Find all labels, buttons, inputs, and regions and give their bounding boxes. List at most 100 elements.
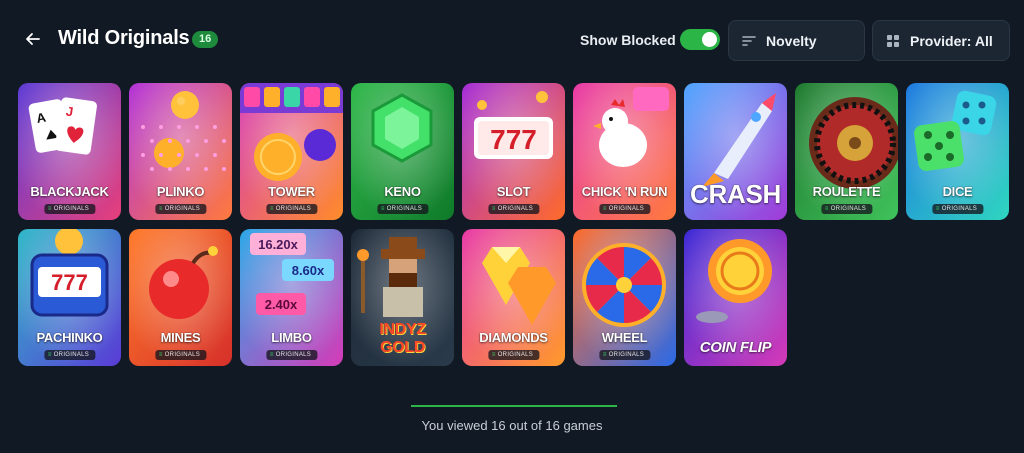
show-blocked-label: Show Blocked xyxy=(580,32,676,48)
game-card-plinko[interactable]: PLINKO ≡ ORIGINALS xyxy=(129,83,232,220)
game-artwork: 777 xyxy=(18,229,121,366)
originals-badge-label: ORIGINALS xyxy=(497,352,534,358)
game-artwork xyxy=(240,83,343,220)
game-card-tower[interactable]: TOWER ≡ ORIGINALS xyxy=(240,83,343,220)
game-card-crash[interactable]: CRASH xyxy=(684,83,787,220)
originals-badge: ≡ ORIGINALS xyxy=(265,350,318,360)
game-artwork xyxy=(351,83,454,220)
viewed-count-text: You viewed 16 out of 16 games xyxy=(421,418,603,433)
originals-badge-label: ORIGINALS xyxy=(53,206,90,212)
svg-text:777: 777 xyxy=(51,270,88,295)
sort-dropdown[interactable]: Novelty xyxy=(728,20,865,61)
originals-logo-icon: ≡ xyxy=(47,206,52,212)
game-card-limbo[interactable]: 16.20x 8.60x 2.40x LIMBO ≡ ORIGINALS xyxy=(240,229,343,366)
svg-text:777: 777 xyxy=(490,124,537,155)
sort-label: Novelty xyxy=(766,33,817,49)
game-card-indyz-gold[interactable]: INDYZ GOLD xyxy=(351,229,454,366)
originals-badge-label: ORIGINALS xyxy=(608,352,645,358)
game-title: COIN FLIP xyxy=(699,339,772,356)
page-header: Wild Originals 16 Show Blocked Novelty P… xyxy=(0,0,1024,80)
viewed-progress-bar xyxy=(411,405,617,407)
originals-logo-icon: ≡ xyxy=(380,206,385,212)
originals-badge-label: ORIGINALS xyxy=(275,206,312,212)
game-title: BLACKJACK xyxy=(30,184,109,199)
originals-logo-icon: ≡ xyxy=(491,352,496,358)
game-artwork xyxy=(906,83,1009,220)
originals-logo-icon: ≡ xyxy=(824,206,829,212)
originals-badge: ≡ ORIGINALS xyxy=(487,204,540,214)
game-artwork xyxy=(129,83,232,220)
originals-badge: ≡ ORIGINALS xyxy=(598,350,651,360)
game-artwork xyxy=(129,229,232,366)
game-title: PACHINKO xyxy=(36,330,103,345)
originals-badge: ≡ ORIGINALS xyxy=(931,204,984,214)
game-title: ROULETTE xyxy=(812,184,881,199)
svg-text:16.20x: 16.20x xyxy=(258,237,299,252)
provider-label: Provider: All xyxy=(910,33,993,49)
svg-text:2.40x: 2.40x xyxy=(265,297,298,312)
originals-badge-label: ORIGINALS xyxy=(941,206,978,212)
game-title: SLOT xyxy=(496,184,531,199)
originals-logo-icon: ≡ xyxy=(158,206,163,212)
originals-badge: ≡ ORIGINALS xyxy=(154,204,207,214)
game-card-pachinko[interactable]: 777 PACHINKO ≡ ORIGINALS xyxy=(18,229,121,366)
game-title: LIMBO xyxy=(271,330,312,345)
originals-badge-label: ORIGINALS xyxy=(164,206,201,212)
originals-badge: ≡ ORIGINALS xyxy=(265,204,318,214)
originals-badge: ≡ ORIGINALS xyxy=(487,350,540,360)
game-card-mines[interactable]: MINES ≡ ORIGINALS xyxy=(129,229,232,366)
game-card-chick-n-run[interactable]: CHICK 'N RUN ≡ ORIGINALS xyxy=(573,83,676,220)
game-title: DICE xyxy=(942,184,973,199)
originals-badge-label: ORIGINALS xyxy=(386,206,423,212)
svg-text:8.60x: 8.60x xyxy=(292,263,325,278)
game-card-slot[interactable]: 777 SLOT ≡ ORIGINALS xyxy=(462,83,565,220)
originals-logo-icon: ≡ xyxy=(269,206,274,212)
originals-logo-icon: ≡ xyxy=(47,352,52,358)
originals-badge-label: ORIGINALS xyxy=(53,352,90,358)
provider-filter-button[interactable]: Provider: All xyxy=(872,20,1010,61)
originals-badge-label: ORIGINALS xyxy=(608,206,645,212)
originals-badge: ≡ ORIGINALS xyxy=(43,204,96,214)
grid-icon xyxy=(887,35,899,47)
originals-badge: ≡ ORIGINALS xyxy=(598,204,651,214)
show-blocked-toggle[interactable] xyxy=(680,29,720,50)
game-artwork: A J xyxy=(18,83,121,220)
game-card-roulette[interactable]: ROULETTE ≡ ORIGINALS xyxy=(795,83,898,220)
back-arrow-icon[interactable] xyxy=(22,28,44,50)
originals-badge-label: ORIGINALS xyxy=(830,206,867,212)
originals-logo-icon: ≡ xyxy=(158,352,163,358)
originals-badge-label: ORIGINALS xyxy=(497,206,534,212)
game-card-dice[interactable]: DICE ≡ ORIGINALS xyxy=(906,83,1009,220)
game-artwork xyxy=(573,83,676,220)
originals-badge-label: ORIGINALS xyxy=(275,352,312,358)
game-title: TOWER xyxy=(268,184,315,199)
game-artwork xyxy=(573,229,676,366)
toggle-knob xyxy=(702,32,717,47)
originals-badge-label: ORIGINALS xyxy=(164,352,201,358)
originals-logo-icon: ≡ xyxy=(602,352,607,358)
originals-logo-icon: ≡ xyxy=(269,352,274,358)
game-title: INDYZ GOLD xyxy=(379,321,426,356)
game-artwork: 777 xyxy=(462,83,565,220)
game-card-keno[interactable]: KENO ≡ ORIGINALS xyxy=(351,83,454,220)
game-card-wheel[interactable]: WHEEL ≡ ORIGINALS xyxy=(573,229,676,366)
originals-logo-icon: ≡ xyxy=(935,206,940,212)
game-artwork xyxy=(462,229,565,366)
game-artwork xyxy=(795,83,898,220)
game-title: DIAMONDS xyxy=(479,330,548,345)
game-title: CRASH xyxy=(690,179,781,209)
game-card-blackjack[interactable]: A J BLACKJACK ≡ ORIGINALS xyxy=(18,83,121,220)
originals-logo-icon: ≡ xyxy=(602,206,607,212)
game-card-diamonds[interactable]: DIAMONDS ≡ ORIGINALS xyxy=(462,229,565,366)
game-title: PLINKO xyxy=(156,184,205,199)
game-card-coin-flip[interactable]: COIN FLIP xyxy=(684,229,787,366)
game-artwork: 16.20x 8.60x 2.40x xyxy=(240,229,343,366)
originals-logo-icon: ≡ xyxy=(491,206,496,212)
originals-badge: ≡ ORIGINALS xyxy=(376,204,429,214)
page-title: Wild Originals xyxy=(58,27,190,49)
originals-badge: ≡ ORIGINALS xyxy=(820,204,873,214)
game-title: MINES xyxy=(160,330,201,345)
originals-badge: ≡ ORIGINALS xyxy=(43,350,96,360)
sort-icon xyxy=(742,36,756,46)
games-count-badge: 16 xyxy=(192,31,219,48)
